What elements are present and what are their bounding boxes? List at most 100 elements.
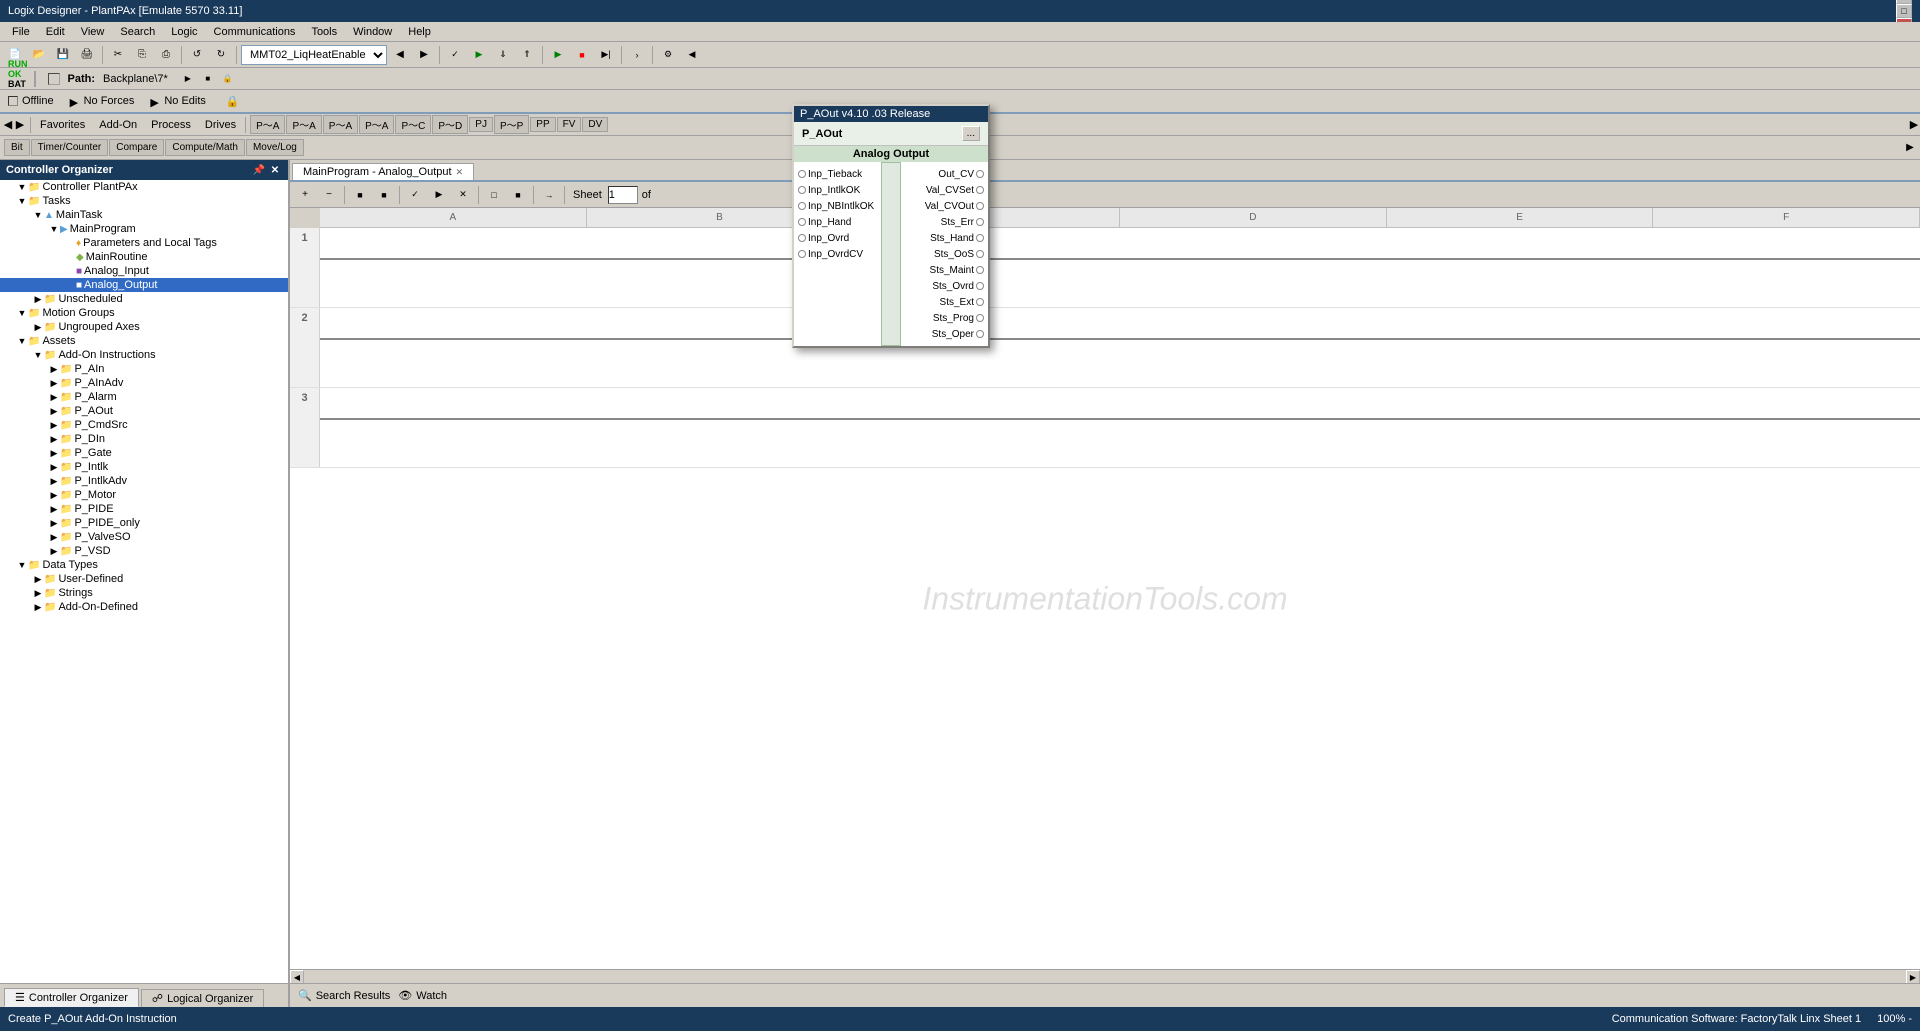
redo-button[interactable]: ↻ [210,45,232,65]
comm-btn1[interactable]: ▶ [180,71,196,87]
inst-pj-button[interactable]: PJ [469,117,493,132]
undo-button[interactable]: ↺ [186,45,208,65]
expand-ppide[interactable]: ▶ [48,503,60,515]
doc-tab-mainprogram-analogoutput[interactable]: MainProgram - Analog_Output ✕ [292,163,474,180]
expand-unscheduled[interactable]: ▶ [32,293,44,305]
expand-pdln[interactable]: ▶ [48,433,60,445]
stop-button[interactable]: ■ [571,45,593,65]
tree-item-addinstructions[interactable]: ▼ 📁 Add-On Instructions [0,348,288,362]
tree-item-datatypes[interactable]: ▼ 📁 Data Types [0,558,288,572]
horizontal-scrollbar[interactable]: ◀ ▶ [290,969,1920,983]
step-button[interactable]: ▶| [595,45,617,65]
tree-item-assets[interactable]: ▼ 📁 Assets [0,334,288,348]
process-tab[interactable]: Process [144,116,198,134]
nav-fwd-button[interactable]: ▶ [413,45,435,65]
tab-timer-counter[interactable]: Timer/Counter [31,139,109,156]
inst-pc-button[interactable]: P～C [395,115,431,134]
hscroll-left[interactable]: ◀ [290,970,304,984]
menu-logic[interactable]: Logic [163,24,205,40]
restore-button[interactable]: □ [1896,4,1912,18]
show-wire-button[interactable]: → [538,185,560,205]
menu-search[interactable]: Search [112,24,163,40]
tree-item-analogoutput[interactable]: ■ Analog_Output [0,278,288,292]
menu-help[interactable]: Help [400,24,439,40]
inst-pa4-button[interactable]: P～A [359,115,394,134]
watch-tab[interactable]: 👁 Watch [398,989,447,1002]
tree-item-ppideonly[interactable]: ▶ 📁 P_PIDE_only [0,516,288,530]
copy-button[interactable]: ⎘ [131,45,153,65]
tree-item-pmotor[interactable]: ▶ 📁 P_Motor [0,488,288,502]
print-button[interactable]: 🖨 [76,45,98,65]
cut-button[interactable]: ✂ [107,45,129,65]
menu-communications[interactable]: Communications [206,24,304,40]
tab-compute-math[interactable]: Compute/Math [165,139,245,156]
inst-pa3-button[interactable]: P～A [323,115,358,134]
tree-item-painadv[interactable]: ▶ 📁 P_AInAdv [0,376,288,390]
more-btn[interactable]: › [626,45,648,65]
expand-ppideonly[interactable]: ▶ [48,517,60,529]
tree-item-strings[interactable]: ▶ 📁 Strings [0,586,288,600]
inst-pp2-button[interactable]: PP [530,117,555,132]
cancel-rung-button[interactable]: ✕ [452,185,474,205]
expand-pcmdsrc[interactable]: ▶ [48,419,60,431]
addon-tab[interactable]: Add-On [92,116,144,134]
expand-mainprogram[interactable]: ▼ [48,223,60,235]
tree-item-paout[interactable]: ▶ 📁 P_AOut [0,404,288,418]
tree-item-pvalveso[interactable]: ▶ 📁 P_ValveSO [0,530,288,544]
expand-pain[interactable]: ▶ [48,363,60,375]
comm-btn2[interactable]: ■ [200,71,216,87]
tree-item-palarm[interactable]: ▶ 📁 P_Alarm [0,390,288,404]
expand-pmotor[interactable]: ▶ [48,489,60,501]
accept-button[interactable]: ▶ [428,185,450,205]
go-online-button[interactable]: ▶ [468,45,490,65]
verify-rung-button[interactable]: ✓ [404,185,426,205]
insert-rung-button[interactable]: ■ [349,185,371,205]
inst-pd-button[interactable]: P～D [432,115,468,134]
menu-window[interactable]: Window [345,24,400,40]
paste-button[interactable]: ⎙ [155,45,177,65]
tab-bit[interactable]: Bit [4,139,30,156]
inst-tabs-right[interactable]: ▶ [1904,142,1916,154]
drives-tab[interactable]: Drives [198,116,243,134]
controller-organizer-tab[interactable]: ☰ Controller Organizer [4,988,139,1007]
hscroll-right[interactable]: ▶ [1906,970,1920,984]
verify-button[interactable]: ✓ [444,45,466,65]
expand-pvsd[interactable]: ▶ [48,545,60,557]
panel-pin-button[interactable]: 📌 [252,163,266,177]
tree-item-pain[interactable]: ▶ 📁 P_AIn [0,362,288,376]
sheet-number-input[interactable] [608,186,638,204]
popup-header-btn[interactable]: ... [962,126,980,141]
expand-painadv[interactable]: ▶ [48,377,60,389]
inst-pp-button[interactable]: P～P [494,115,529,134]
tree-item-adddefined[interactable]: ▶ 📁 Add-On-Defined [0,600,288,614]
program-dropdown[interactable]: MMT02_LiqHeatEnable [241,45,387,65]
tree-item-analoginput[interactable]: ■ Analog_Input [0,264,288,278]
ladder-content[interactable]: 1 2 3 [290,228,1920,969]
logical-organizer-tab[interactable]: ☍ Logical Organizer [141,989,264,1007]
tree-item-tasks[interactable]: ▼ 📁 Tasks [0,194,288,208]
tree-item-pintlkadv[interactable]: ▶ 📁 P_IntlkAdv [0,474,288,488]
menu-edit[interactable]: Edit [38,24,73,40]
tab-compare[interactable]: Compare [109,139,164,156]
expand-pvalveso[interactable]: ▶ [48,531,60,543]
expand-paout[interactable]: ▶ [48,405,60,417]
tree-item-controller[interactable]: ▼ 📁 Controller PlantPAx [0,180,288,194]
expand-maintask[interactable]: ▼ [32,209,44,221]
expand-userdefined[interactable]: ▶ [32,573,44,585]
download-button[interactable]: ⇓ [492,45,514,65]
tree-item-mainroutine[interactable]: ◆ MainRoutine [0,250,288,264]
tree-item-ppide[interactable]: ▶ 📁 P_PIDE [0,502,288,516]
expand-datatypes[interactable]: ▼ [16,559,28,571]
tree-item-pcmdsrc[interactable]: ▶ 📁 P_CmdSrc [0,418,288,432]
upload-button[interactable]: ⇑ [516,45,538,65]
delete-rung-button[interactable]: ■ [373,185,395,205]
expand-tasks[interactable]: ▼ [16,195,28,207]
expand-strings[interactable]: ▶ [32,587,44,599]
tree-item-mainprogram[interactable]: ▼ ▶ MainProgram [0,222,288,236]
tree-item-userdefined[interactable]: ▶ 📁 User-Defined [0,572,288,586]
tree-item-pintlk[interactable]: ▶ 📁 P_Intlk [0,460,288,474]
props-button[interactable]: ⚙ [657,45,679,65]
toggle-desc-button[interactable]: ■ [507,185,529,205]
expand-addinstructions[interactable]: ▼ [32,349,44,361]
zoom-out-button[interactable]: − [318,185,340,205]
